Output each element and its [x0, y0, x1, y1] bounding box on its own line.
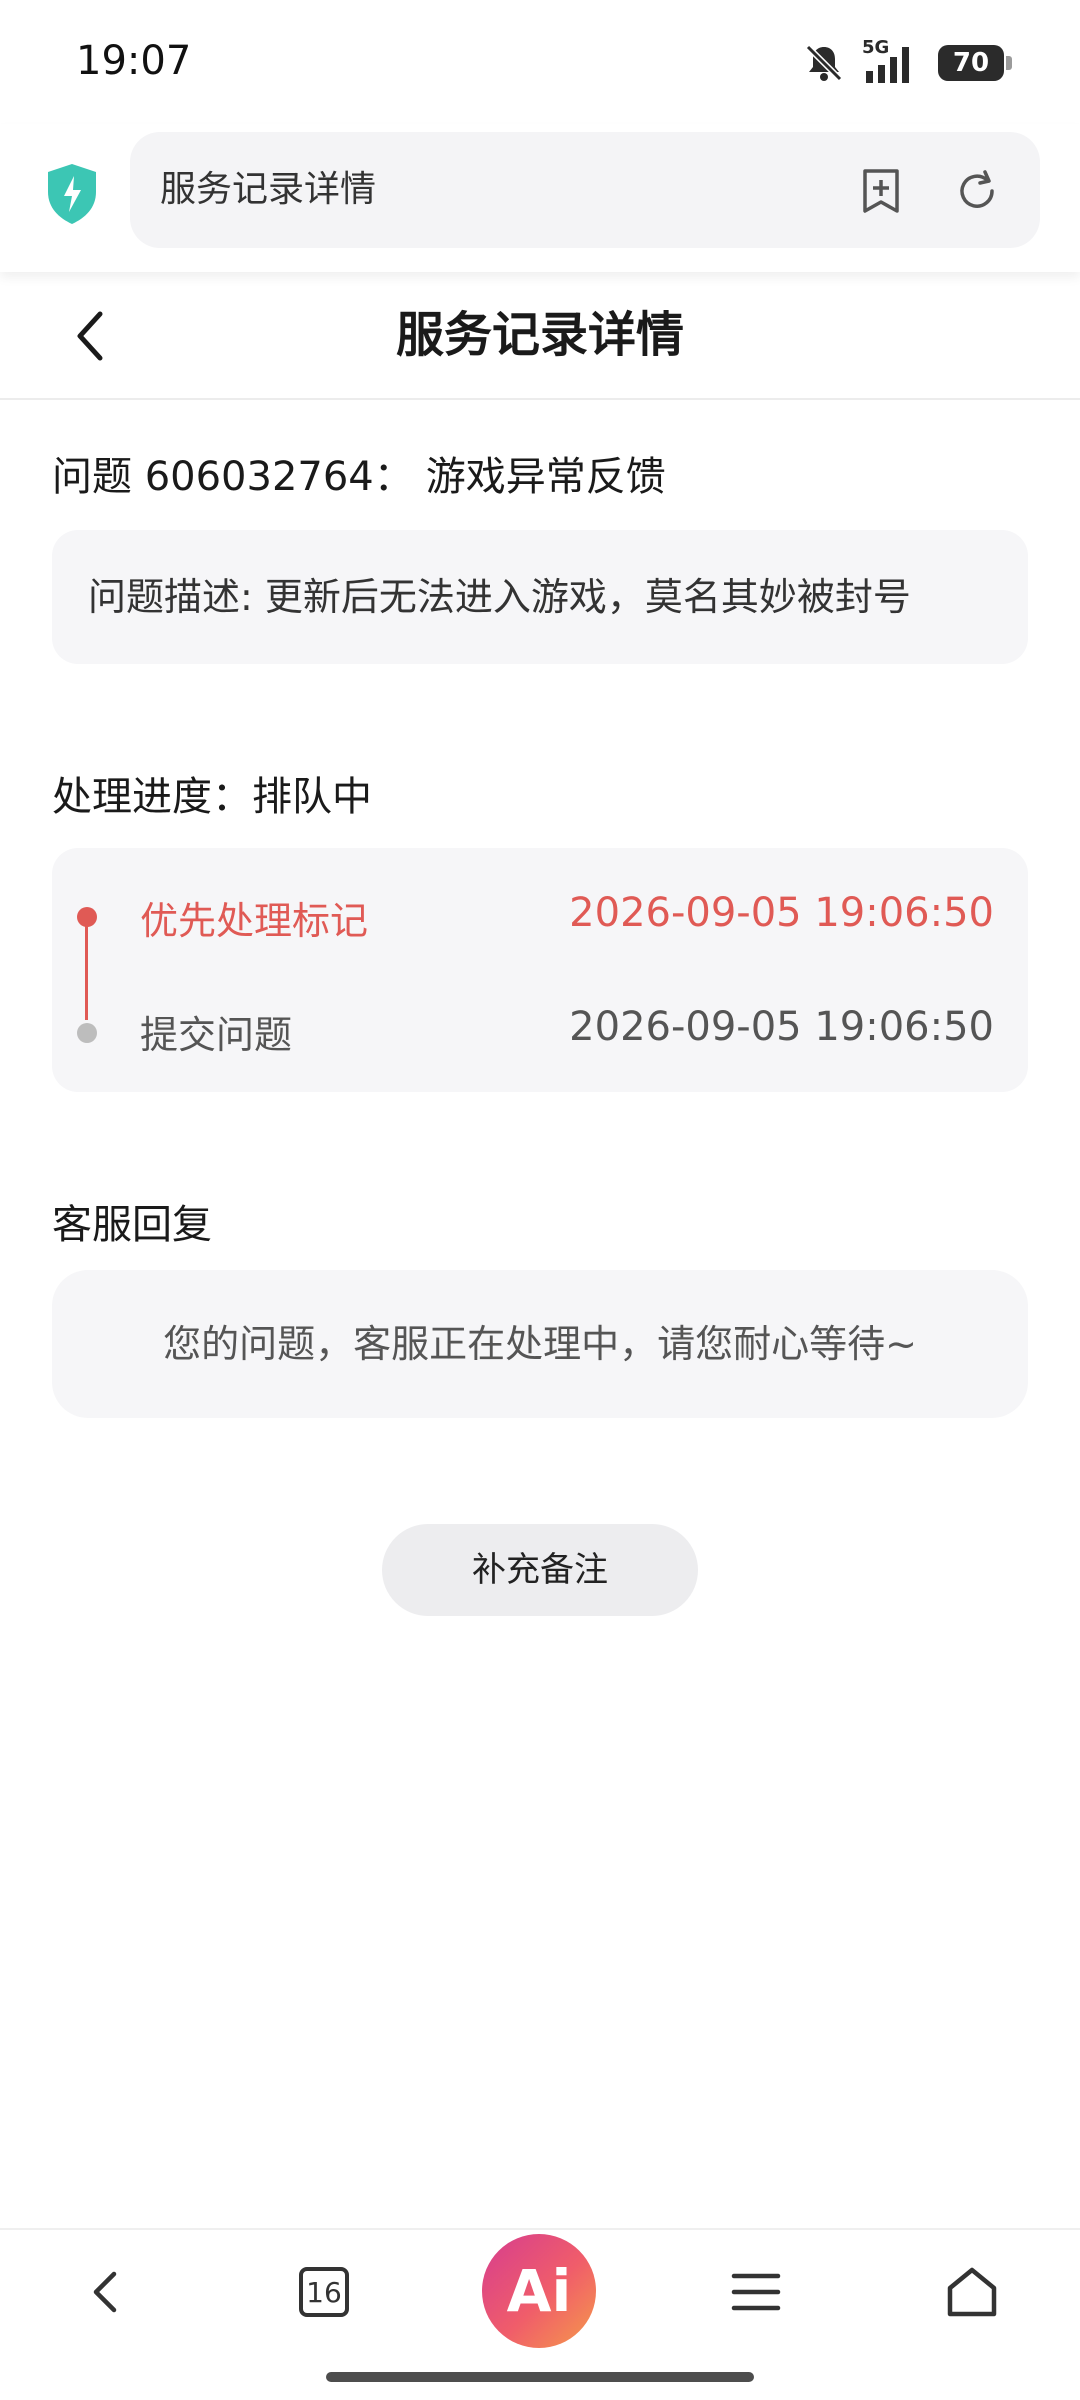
timeline-line [85, 918, 88, 1020]
timeline-dot [77, 1023, 97, 1043]
address-field[interactable]: 服务记录详情 [130, 132, 1040, 248]
reply-card: 您的问题，客服正在处理中，请您耐心等待~ [52, 1270, 1028, 1418]
issue-title: 问题 606032764： 游戏异常反馈 [52, 444, 666, 502]
shield-icon[interactable] [44, 162, 100, 226]
timeline-step-label: 提交问题 [140, 1013, 293, 1057]
nav-ai-button[interactable]: Ai [480, 2232, 598, 2350]
timeline-step-label: 优先处理标记 [140, 899, 369, 943]
issue-number: 问题 606032764： [52, 454, 414, 500]
issue-description: 问题描述: 更新后无法进入游戏，莫名其妙被封号 [88, 575, 911, 619]
tab-count: 16 [299, 2267, 349, 2317]
mute-bell-icon [805, 44, 843, 82]
back-arrow-icon [93, 2271, 117, 2313]
signal-icon: 5G [862, 37, 922, 85]
page: 19:07 5G 70 服务记录详情 服务记录详情 问题 606032764： … [0, 0, 1080, 2400]
back-arrow-icon[interactable] [56, 300, 128, 372]
reply-text: 您的问题，客服正在处理中，请您耐心等待~ [163, 1322, 917, 1366]
nav-home-button[interactable] [932, 2252, 1012, 2332]
status-bar: 19:07 5G 70 [0, 0, 1080, 124]
issue-category: 游戏异常反馈 [425, 454, 666, 500]
add-note-button[interactable]: 补充备注 [382, 1524, 698, 1616]
home-icon [947, 2267, 997, 2317]
progress-heading: 处理进度：排队中 [52, 774, 372, 820]
browser-address-bar: 服务记录详情 [0, 124, 1080, 272]
refresh-icon[interactable] [952, 166, 1002, 216]
status-time: 19:07 [76, 38, 192, 84]
add-bookmark-icon[interactable] [856, 166, 906, 216]
address-text: 服务记录详情 [160, 169, 377, 210]
page-title: 服务记录详情 [395, 307, 684, 363]
issue-description-card: 问题描述: 更新后无法进入游戏，莫名其妙被封号 [52, 530, 1028, 664]
page-header: 服务记录详情 [0, 272, 1080, 400]
reply-heading: 客服回复 [52, 1202, 212, 1248]
nav-back-button[interactable] [66, 2252, 146, 2332]
ai-assistant-icon: Ai [482, 2234, 596, 2348]
timeline-step-time: 2026-09-05 19:06:50 [569, 1004, 994, 1050]
progress-timeline: 优先处理标记 2026-09-05 19:06:50 提交问题 2026-09-… [52, 848, 1028, 1092]
nav-menu-button[interactable] [716, 2252, 796, 2332]
status-icons: 5G 70 [802, 37, 1012, 88]
timeline-dot-active [77, 907, 97, 927]
menu-icon [731, 2273, 781, 2311]
battery-icon: 70 [938, 45, 1012, 81]
home-indicator[interactable] [326, 2372, 754, 2382]
timeline-step-time: 2026-09-05 19:06:50 [569, 890, 994, 936]
nav-tabs-button[interactable]: 16 [284, 2252, 364, 2332]
